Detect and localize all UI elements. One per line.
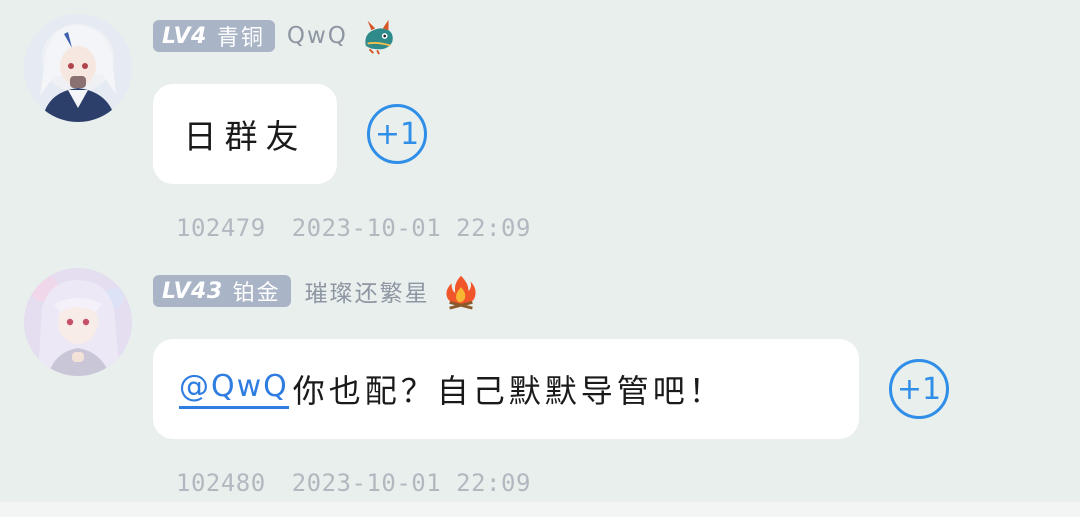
avatar-image [24,14,132,122]
message-timestamp: 2023-10-01 22:09 [291,214,531,242]
level-badge: LV43 铂金 [153,275,291,307]
message-timestamp: 2023-10-01 22:09 [291,469,531,497]
username[interactable]: QwQ [287,23,348,49]
chat-message: LV4 青铜 QwQ 日群友 +1 102479 2023-10-01 22:0… [0,0,1080,250]
mention-link[interactable]: @QwQ [179,369,289,409]
level-label: LV4 [162,23,207,49]
message-meta: 102479 2023-10-01 22:09 [176,214,531,242]
message-text: 日群友 [183,117,307,156]
rank-label: 青铜 [216,26,265,51]
plus-one-button[interactable]: +1 [889,359,949,419]
rank-label: 铂金 [232,281,281,306]
avatar[interactable] [24,14,132,122]
message-header: LV4 青铜 QwQ [153,19,398,55]
level-badge: LV4 青铜 [153,20,275,52]
message-id: 102479 [176,214,266,242]
message-meta: 102480 2023-10-01 22:09 [176,469,531,497]
message-bubble[interactable]: 日群友 [153,84,337,184]
message-bubble[interactable]: @QwQ 你也配？自己默默导管吧！ [153,339,859,439]
level-label: LV43 [162,278,223,304]
plus-one-button[interactable]: +1 [367,104,427,164]
username[interactable]: 璀璨还繁星 [305,274,430,308]
message-text: 你也配？自己默默导管吧！ [292,372,725,410]
fire-emoji-icon [446,275,476,310]
dragon-emoji-icon [365,19,393,55]
message-id: 102480 [176,469,266,497]
chat-message: LV43 铂金 璀璨还繁星 @QwQ 你也配？自己默默导管吧！ +1 10248… [0,250,1080,502]
avatar-image [24,268,132,376]
bottom-bar [0,502,1080,517]
avatar[interactable] [24,268,132,376]
message-header: LV43 铂金 璀璨还繁星 [153,274,480,310]
